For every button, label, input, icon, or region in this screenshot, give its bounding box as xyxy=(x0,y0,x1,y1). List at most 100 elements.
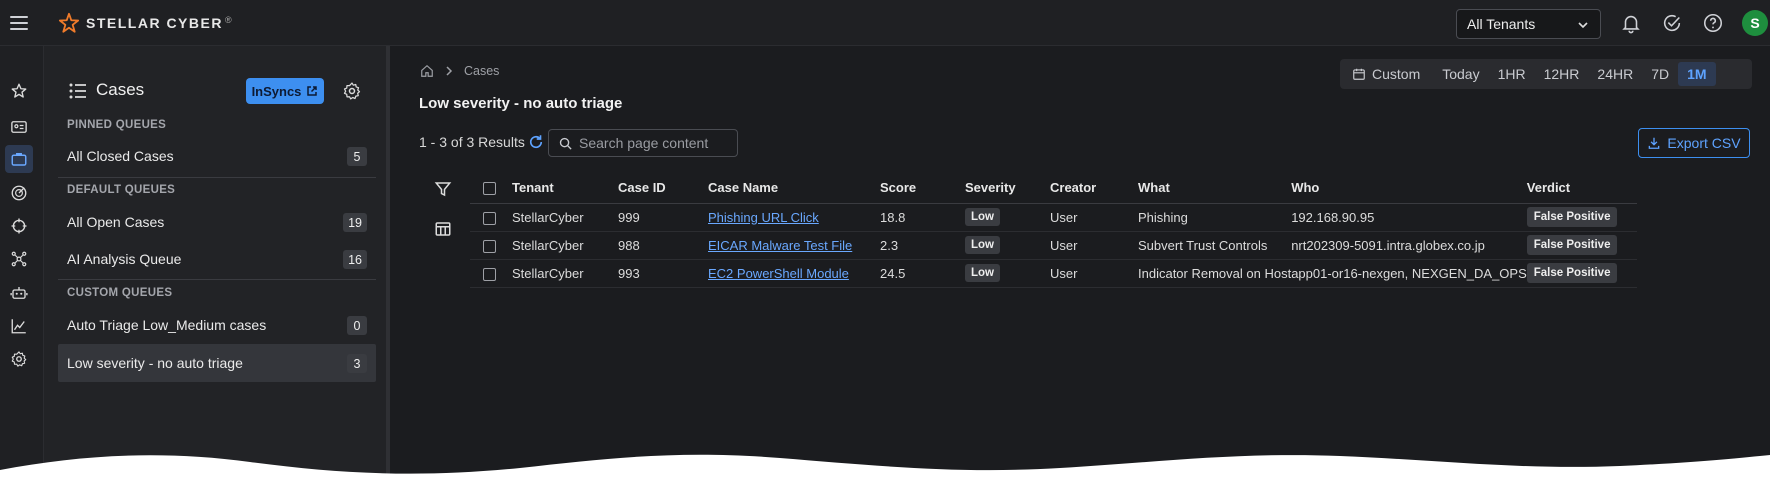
app-window: STELLAR CYBER ® All Tenants S Cases InSyn… xyxy=(0,0,1770,490)
settings-gear-icon[interactable] xyxy=(8,348,30,370)
col-creator[interactable]: Creator xyxy=(1050,173,1138,204)
case-name-link[interactable]: EICAR Malware Test File xyxy=(708,238,852,253)
col-who[interactable]: Who xyxy=(1291,173,1527,204)
queue-label: AI Analysis Queue xyxy=(67,251,182,267)
table-row[interactable]: StellarCyber 999 Phishing URL Click 18.8… xyxy=(470,203,1637,232)
severity-badge: Low xyxy=(965,208,1000,226)
export-csv-label: Export CSV xyxy=(1667,135,1741,151)
external-link-icon xyxy=(307,86,318,96)
search-placeholder: Search page content xyxy=(579,135,709,151)
select-all-cell xyxy=(470,173,512,204)
cell-who: nrt202309-5091.intra.globex.co.jp xyxy=(1291,231,1527,260)
time-range-today[interactable]: Today xyxy=(1433,62,1488,86)
pinned-queues-heading: PINNED QUEUES xyxy=(67,119,167,131)
cell-case-id: 993 xyxy=(618,259,708,288)
time-range-1m[interactable]: 1M xyxy=(1678,62,1716,86)
cell-tenant: StellarCyber xyxy=(512,231,618,260)
col-case-id[interactable]: Case ID xyxy=(618,173,708,204)
col-score[interactable]: Score xyxy=(880,173,965,204)
queue-label: Low severity - no auto triage xyxy=(67,355,243,371)
favorites-star-icon[interactable] xyxy=(8,80,30,102)
case-name-link[interactable]: Phishing URL Click xyxy=(708,210,819,225)
columns-icon[interactable] xyxy=(434,220,452,238)
analytics-chart-icon[interactable] xyxy=(8,315,30,337)
insyncs-button[interactable]: InSyncs xyxy=(246,78,324,104)
cell-who: 192.168.90.95 xyxy=(1291,203,1527,232)
divider xyxy=(58,177,376,178)
cell-score: 24.5 xyxy=(880,259,965,288)
queue-item-ai-analysis-queue[interactable]: AI Analysis Queue 16 xyxy=(58,240,376,278)
network-graph-icon[interactable] xyxy=(8,248,30,270)
breadcrumb-cases[interactable]: Cases xyxy=(464,64,499,78)
verdict-badge: False Positive xyxy=(1526,235,1618,255)
cell-case-name: EICAR Malware Test File xyxy=(708,231,880,260)
row-select-cell xyxy=(470,203,512,232)
refresh-icon[interactable] xyxy=(527,133,545,151)
queue-item-auto-triage-low-medium[interactable]: Auto Triage Low_Medium cases 0 xyxy=(58,306,376,344)
select-all-checkbox[interactable] xyxy=(483,182,496,196)
cases-queue-panel: Cases InSyncs PINNED QUEUES All Closed C… xyxy=(44,46,390,490)
queue-item-all-open-cases[interactable]: All Open Cases 19 xyxy=(58,203,376,241)
task-check-icon[interactable] xyxy=(1661,12,1683,34)
cell-verdict: False Positive xyxy=(1526,259,1637,288)
time-range-24hr[interactable]: 24HR xyxy=(1588,62,1642,86)
time-range-1hr[interactable]: 1HR xyxy=(1489,62,1535,86)
cases-briefcase-icon[interactable] xyxy=(5,145,33,173)
cell-score: 2.3 xyxy=(880,231,965,260)
calendar-icon xyxy=(1353,68,1365,80)
col-tenant[interactable]: Tenant xyxy=(512,173,618,204)
panel-title: Cases xyxy=(96,80,145,99)
cell-who: app01-or16-nexgen, NEXGEN_DA_OPS xyxy=(1291,259,1527,288)
home-icon[interactable] xyxy=(420,64,434,78)
verdict-badge: False Positive xyxy=(1526,263,1618,283)
cell-case-id: 999 xyxy=(618,203,708,232)
crosshair-icon[interactable] xyxy=(8,215,30,237)
queue-item-low-severity-no-auto-triage[interactable]: Low severity - no auto triage 3 xyxy=(58,344,376,382)
id-card-icon[interactable] xyxy=(8,116,30,138)
queue-count: 16 xyxy=(343,250,367,269)
nav-rail xyxy=(0,46,44,490)
menu-icon[interactable] xyxy=(8,12,30,34)
row-select-cell xyxy=(470,259,512,288)
user-avatar[interactable]: S xyxy=(1742,10,1768,36)
tenant-select[interactable]: All Tenants xyxy=(1456,9,1601,39)
queue-count: 3 xyxy=(347,354,367,373)
table-row[interactable]: StellarCyber 993 EC2 PowerShell Module 2… xyxy=(470,259,1637,288)
help-icon[interactable] xyxy=(1702,12,1724,34)
stellar-star-icon xyxy=(58,12,80,33)
default-queues-heading: DEFAULT QUEUES xyxy=(67,184,176,196)
main-content: Cases Low severity - no auto triage Cust… xyxy=(394,46,1770,490)
radar-icon[interactable] xyxy=(8,182,30,204)
search-icon xyxy=(559,137,572,150)
time-range-7d[interactable]: 7D xyxy=(1642,62,1678,86)
time-range-custom-label: Custom xyxy=(1372,66,1421,82)
chevron-down-icon xyxy=(1578,22,1588,29)
col-case-name[interactable]: Case Name xyxy=(708,173,880,204)
case-name-link[interactable]: EC2 PowerShell Module xyxy=(708,266,849,281)
row-checkbox[interactable] xyxy=(483,211,496,225)
col-severity[interactable]: Severity xyxy=(965,173,1050,204)
col-what[interactable]: What xyxy=(1138,173,1292,204)
row-checkbox[interactable] xyxy=(483,267,496,281)
search-input[interactable]: Search page content xyxy=(548,129,738,157)
top-bar: STELLAR CYBER ® All Tenants S xyxy=(0,0,1770,46)
table-row[interactable]: StellarCyber 988 EICAR Malware Test File… xyxy=(470,231,1637,260)
col-verdict[interactable]: Verdict xyxy=(1526,173,1637,204)
time-range-12hr[interactable]: 12HR xyxy=(1535,62,1589,86)
queue-item-all-closed-cases[interactable]: All Closed Cases 5 xyxy=(58,137,376,175)
filter-icon[interactable] xyxy=(434,180,452,198)
cell-tenant: StellarCyber xyxy=(512,203,618,232)
custom-queues-heading: CUSTOM QUEUES xyxy=(67,287,173,299)
export-csv-button[interactable]: Export CSV xyxy=(1638,128,1750,158)
row-checkbox[interactable] xyxy=(483,239,496,253)
cell-verdict: False Positive xyxy=(1526,203,1637,232)
time-range-custom[interactable]: Custom xyxy=(1340,62,1429,86)
bell-icon[interactable] xyxy=(1620,12,1642,34)
brand-logo: STELLAR CYBER ® xyxy=(58,12,232,34)
queue-settings-gear-icon[interactable] xyxy=(342,81,362,101)
severity-badge: Low xyxy=(965,236,1000,254)
brand-name: STELLAR CYBER xyxy=(86,15,223,31)
robot-icon[interactable] xyxy=(8,282,30,304)
queue-count: 0 xyxy=(347,316,367,335)
cell-creator: User xyxy=(1050,203,1138,232)
